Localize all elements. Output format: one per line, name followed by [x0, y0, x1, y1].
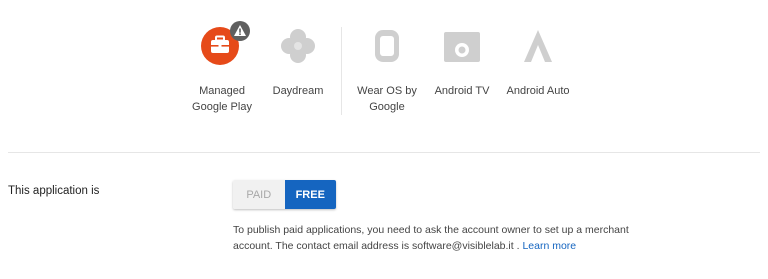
device-label-line1: Android Auto: [506, 85, 570, 97]
device-wear-os[interactable]: Wear OS by Google: [351, 24, 423, 115]
free-option[interactable]: FREE: [284, 180, 336, 209]
pricing-help-text: To publish paid applications, you need t…: [233, 222, 653, 254]
device-label-line1: Managed: [199, 85, 245, 97]
help-line-2-text: account. The contact email address is so…: [233, 240, 523, 252]
device-label-line2: Google Play: [192, 101, 252, 113]
daydream-icon: [276, 24, 320, 68]
section-divider: [8, 152, 760, 153]
device-managed-google-play[interactable]: Managed Google Play: [186, 21, 258, 115]
watch-icon: [365, 24, 409, 68]
pricing-label: This application is: [8, 185, 100, 197]
help-line-2: account. The contact email address is so…: [233, 238, 653, 254]
device-label-line1: Daydream: [272, 85, 324, 97]
paid-option[interactable]: PAID: [233, 180, 285, 209]
tv-icon: [440, 24, 484, 68]
help-line-1: To publish paid applications, you need t…: [233, 224, 629, 236]
device-label-line1: Android TV: [434, 85, 490, 97]
warning-icon: [230, 21, 250, 41]
device-label-line1: Wear OS by: [357, 85, 417, 97]
device-daydream[interactable]: Daydream: [262, 24, 334, 99]
device-label-line2: Google: [369, 101, 405, 113]
briefcase-icon: [200, 21, 250, 68]
pricing-toggle[interactable]: PAID FREE: [233, 180, 336, 209]
device-group-divider: [341, 27, 342, 115]
learn-more-link[interactable]: Learn more: [522, 240, 576, 252]
device-android-auto[interactable]: Android Auto: [502, 24, 574, 99]
auto-icon: [516, 24, 560, 68]
device-android-tv[interactable]: Android TV: [426, 24, 498, 99]
app-distribution-panel: Managed Google Play Daydream Wear OS by …: [0, 0, 768, 279]
